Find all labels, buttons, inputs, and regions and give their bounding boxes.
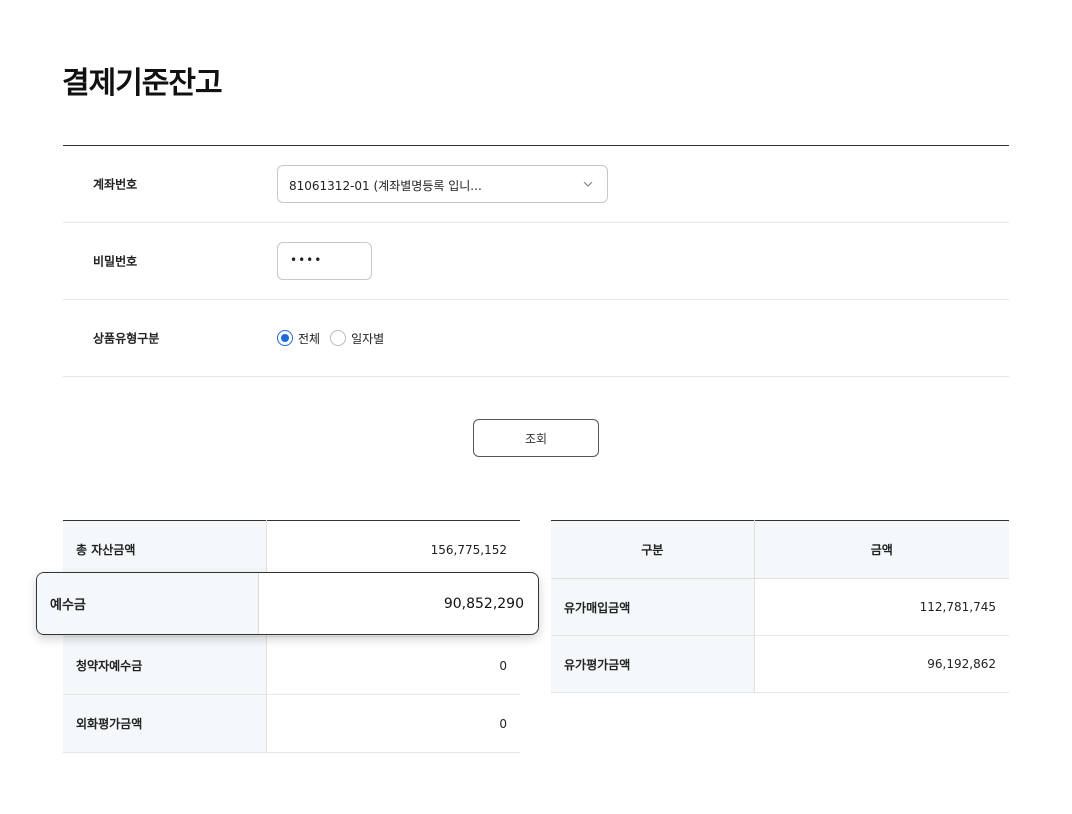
product-type-row: 상품유형구분 전체 일자별 [63,300,1009,377]
deposit-value: 90,852,290 [443,595,524,612]
radio-all[interactable]: 전체 [277,330,320,347]
row-value: 112,781,745 [754,578,1009,636]
table-row: 외화평가금액 0 [63,694,520,753]
row-value: 0 [266,694,520,753]
column-header-category: 구분 [551,520,755,579]
table-row: 유가평가금액 96,192,862 [551,635,1009,693]
row-label: 총 자산금액 [63,520,267,579]
radio-selected-icon [277,330,293,346]
table-row: 유가매입금액 112,781,745 [551,578,1009,636]
password-row: 비밀번호 •••• [63,223,1009,300]
password-input[interactable]: •••• [277,242,372,280]
row-label: 유가평가금액 [551,635,755,693]
radio-all-label: 전체 [298,331,321,346]
search-form: 계좌번호 81061312-01 (계좌별명등록 입니... 비밀번호 ••••… [63,145,1009,377]
row-label: 청약자예수금 [63,636,267,695]
query-button[interactable]: 조회 [473,419,599,457]
column-header-amount: 금액 [754,520,1009,579]
password-label: 비밀번호 [93,254,138,269]
password-masked-value: •••• [290,253,323,267]
account-select[interactable]: 81061312-01 (계좌별명등록 입니... [277,165,608,203]
product-type-label: 상품유형구분 [93,331,160,346]
row-label: 유가매입금액 [551,578,755,636]
product-type-radio-group: 전체 일자별 [277,329,394,347]
page-title: 결제기준잔고 [62,66,223,101]
deposit-label: 예수금 [37,573,259,634]
radio-daily[interactable]: 일자별 [330,330,384,347]
table-row: 총 자산금액 156,775,152 [63,520,520,579]
row-value: 0 [266,636,520,695]
row-value: 156,775,152 [266,520,520,579]
table-header-row: 구분 금액 [551,520,1009,579]
account-select-value: 81061312-01 (계좌별명등록 입니... [289,179,482,193]
balance-table: 총 자산금액 156,775,152 청약자예수금 0 외화평가금액 0 [63,520,520,753]
account-label: 계좌번호 [93,177,138,192]
account-row: 계좌번호 81061312-01 (계좌별명등록 입니... [63,146,1009,223]
row-label: 외화평가금액 [63,694,267,753]
table-row: 청약자예수금 0 [63,636,520,695]
securities-table: 구분 금액 유가매입금액 112,781,745 유가평가금액 96,192,8… [551,520,1009,693]
chevron-down-icon [583,181,593,187]
highlighted-deposit-row[interactable]: 예수금 90,852,290 [36,572,539,635]
radio-daily-label: 일자별 [351,331,385,346]
row-value: 96,192,862 [754,635,1009,693]
radio-unselected-icon [330,330,347,346]
